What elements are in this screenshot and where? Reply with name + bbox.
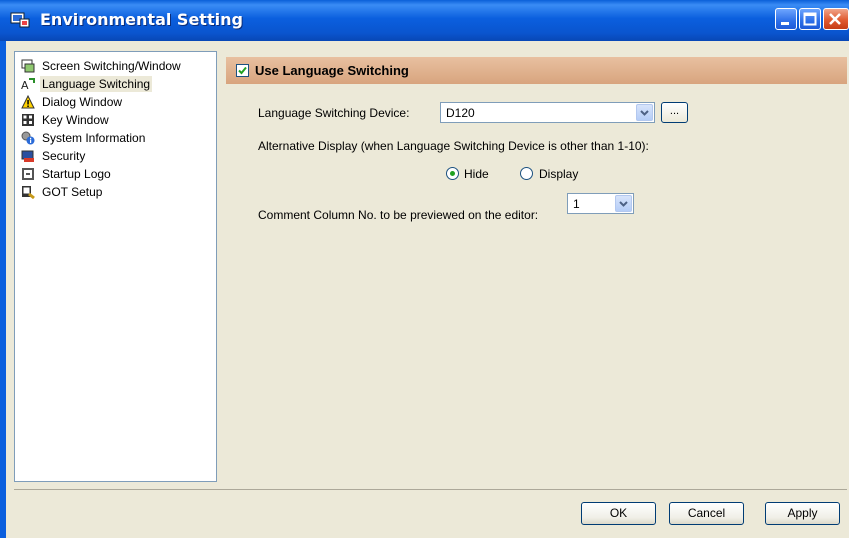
- comment-column-label: Comment Column No. to be previewed on th…: [258, 208, 539, 222]
- apply-button[interactable]: Apply: [765, 502, 840, 525]
- language-icon: A: [21, 78, 35, 91]
- tree-item-key-window[interactable]: Key Window: [21, 111, 111, 129]
- tree-item-screen-switching[interactable]: Screen Switching/Window: [21, 57, 183, 75]
- maximize-button[interactable]: [799, 8, 821, 30]
- cancel-button[interactable]: Cancel: [669, 502, 744, 525]
- display-radio[interactable]: [520, 167, 533, 180]
- warning-icon: [21, 95, 35, 109]
- environmental-setting-window: Environmental Setting Screen Switching/W…: [0, 0, 849, 538]
- comment-column-value: 1: [573, 197, 580, 211]
- tree-item-label: Language Switching: [40, 76, 153, 92]
- security-icon: [21, 150, 34, 162]
- maximize-icon: [803, 12, 817, 26]
- tree-item-startup-logo[interactable]: Startup Logo: [21, 165, 113, 183]
- keypad-icon: [22, 114, 34, 126]
- app-icon: [10, 12, 30, 28]
- tree-item-label: Dialog Window: [42, 95, 123, 109]
- tree-item-language-switching[interactable]: A Language Switching: [21, 75, 153, 93]
- minimize-icon: [781, 22, 789, 25]
- tree-item-label: Key Window: [42, 113, 109, 127]
- tree-item-label: GOT Setup: [42, 185, 103, 199]
- got-setup-icon: [22, 186, 35, 199]
- svg-text:A: A: [21, 79, 29, 91]
- system-info-icon: [21, 131, 35, 145]
- device-combobox[interactable]: D120: [440, 102, 655, 123]
- radio-selected-dot: [450, 171, 455, 176]
- display-radio-label[interactable]: Display: [539, 167, 578, 181]
- close-button[interactable]: [823, 8, 849, 30]
- chevron-down-icon: [640, 110, 649, 116]
- dropdown-button[interactable]: [636, 104, 653, 121]
- screen-switching-icon: [21, 59, 35, 73]
- settings-tree: Screen Switching/Window A Language Switc…: [14, 51, 217, 482]
- alternative-display-label: Alternative Display (when Language Switc…: [258, 139, 649, 153]
- device-value: D120: [446, 106, 475, 120]
- title-bar[interactable]: Environmental Setting: [0, 0, 849, 41]
- tree-item-label: Security: [42, 149, 86, 163]
- tree-item-system-information[interactable]: System Information: [21, 129, 147, 147]
- tree-item-security[interactable]: Security: [21, 147, 87, 165]
- use-language-switching-checkbox[interactable]: [236, 64, 249, 77]
- tree-item-label: Screen Switching/Window: [42, 59, 181, 73]
- comment-column-combobox[interactable]: 1: [567, 193, 634, 214]
- section-title: Use Language Switching: [255, 63, 409, 78]
- tree-item-label: Startup Logo: [42, 167, 111, 181]
- window-border: [0, 41, 6, 538]
- section-header: Use Language Switching: [226, 57, 847, 84]
- hide-radio-label[interactable]: Hide: [464, 167, 489, 181]
- hide-radio[interactable]: [446, 167, 459, 180]
- close-icon: [829, 13, 841, 25]
- ok-button[interactable]: OK: [581, 502, 656, 525]
- chevron-down-icon: [619, 201, 628, 207]
- browse-device-button[interactable]: ...: [661, 102, 688, 123]
- minimize-button[interactable]: [775, 8, 797, 30]
- tree-item-label: System Information: [42, 131, 146, 145]
- tree-item-got-setup[interactable]: GOT Setup: [21, 183, 104, 201]
- device-label: Language Switching Device:: [258, 106, 410, 120]
- divider: [14, 489, 847, 490]
- dropdown-button[interactable]: [615, 195, 632, 212]
- window-title: Environmental Setting: [40, 10, 243, 29]
- startup-logo-icon: [22, 168, 34, 180]
- checkmark-icon: [238, 66, 247, 75]
- tree-item-dialog-window[interactable]: Dialog Window: [21, 93, 124, 111]
